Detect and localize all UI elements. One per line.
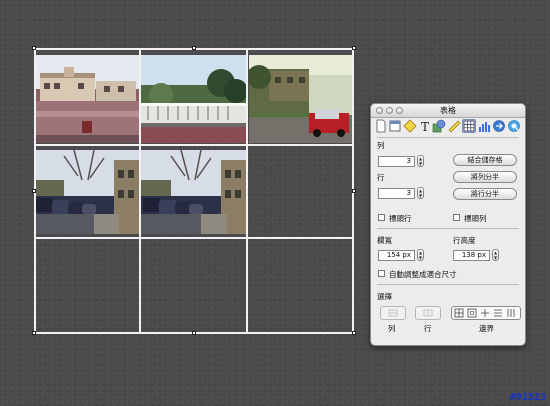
select-column-button[interactable] [380, 306, 406, 320]
chart-icon[interactable] [477, 119, 491, 133]
rows-section-label: 行 [377, 173, 385, 182]
split-rows-button[interactable]: 將行分半 [453, 188, 517, 200]
auto-resize-checkbox[interactable] [378, 270, 385, 277]
window-icon[interactable] [388, 119, 402, 133]
columns-count-field[interactable]: 3 [378, 156, 415, 167]
select-section-label: 選擇 [377, 292, 392, 301]
houses-car-photo[interactable] [249, 55, 354, 143]
select-column-label: 列 [388, 324, 396, 333]
resize-handle-middle-right[interactable] [352, 189, 356, 193]
table-inspector-panel: 表格 T 列 3 ▲ ▼ 結合儲存格 行 將列分半 3 ▲ ▼ 將行分半 標頭行… [370, 103, 526, 346]
resize-handle-top-left[interactable] [32, 46, 36, 50]
header-row-label: 標頭行 [389, 214, 412, 223]
parked-cars-photo[interactable] [34, 150, 139, 234]
select-border-segmented-control[interactable] [451, 306, 521, 320]
panel-title: 表格 [440, 106, 456, 115]
column-width-label: 欄寬 [377, 236, 392, 245]
shapes-icon[interactable] [432, 119, 446, 133]
select-row-button[interactable] [415, 306, 441, 320]
panel-titlebar[interactable]: 表格 [371, 104, 525, 118]
header-row-checkbox[interactable] [378, 214, 385, 221]
table-object[interactable] [32, 46, 356, 335]
section-separator-2 [377, 284, 519, 285]
select-border-label: 邊界 [479, 324, 494, 333]
link-icon[interactable] [492, 119, 506, 133]
row-height-stepper[interactable]: ▲ ▼ [492, 249, 499, 261]
bridge-photo[interactable] [141, 55, 247, 143]
graphics-icon[interactable] [403, 119, 417, 133]
row-divider-1[interactable] [34, 144, 354, 146]
split-columns-button[interactable]: 將列分半 [453, 171, 517, 183]
rows-stepper[interactable]: ▲ ▼ [417, 187, 424, 199]
street-scene-photo[interactable] [34, 55, 139, 143]
row-height-field[interactable]: 138 px [453, 250, 490, 261]
select-row-label: 行 [424, 324, 432, 333]
column-divider-2[interactable] [246, 48, 248, 334]
watermark-text: #91523 [509, 392, 546, 403]
column-width-stepper[interactable]: ▲ ▼ [417, 249, 424, 261]
table-icon[interactable] [462, 119, 476, 133]
parked-cars-photo-copy[interactable] [141, 150, 247, 234]
ruler-icon[interactable] [447, 119, 461, 133]
inspector-toolbar: T [374, 119, 522, 135]
resize-handle-top-right[interactable] [352, 46, 356, 50]
resize-handle-bottom-right[interactable] [352, 331, 356, 335]
row-height-label: 行高度 [453, 236, 476, 245]
toolbar-separator [377, 137, 519, 138]
quicktime-icon[interactable] [507, 119, 521, 133]
header-column-checkbox[interactable] [453, 214, 460, 221]
column-width-field[interactable]: 154 px [378, 250, 415, 261]
section-separator [377, 228, 519, 229]
columns-section-label: 列 [377, 141, 385, 150]
row-divider-2[interactable] [34, 237, 354, 239]
resize-handle-middle-left[interactable] [32, 189, 36, 193]
resize-handle-bottom-left[interactable] [32, 331, 36, 335]
columns-stepper[interactable]: ▲ ▼ [417, 155, 424, 167]
svg-text:T: T [421, 120, 429, 133]
resize-handle-bottom-middle[interactable] [192, 331, 196, 335]
header-column-label: 標頭列 [464, 214, 487, 223]
resize-handle-top-middle[interactable] [192, 46, 196, 50]
text-icon[interactable]: T [418, 119, 432, 134]
merge-cells-button[interactable]: 結合儲存格 [453, 154, 517, 166]
auto-resize-label: 自動調整成適合尺寸 [389, 270, 457, 279]
document-icon[interactable] [374, 119, 388, 133]
rows-count-field[interactable]: 3 [378, 188, 415, 199]
column-divider-1[interactable] [139, 48, 141, 334]
